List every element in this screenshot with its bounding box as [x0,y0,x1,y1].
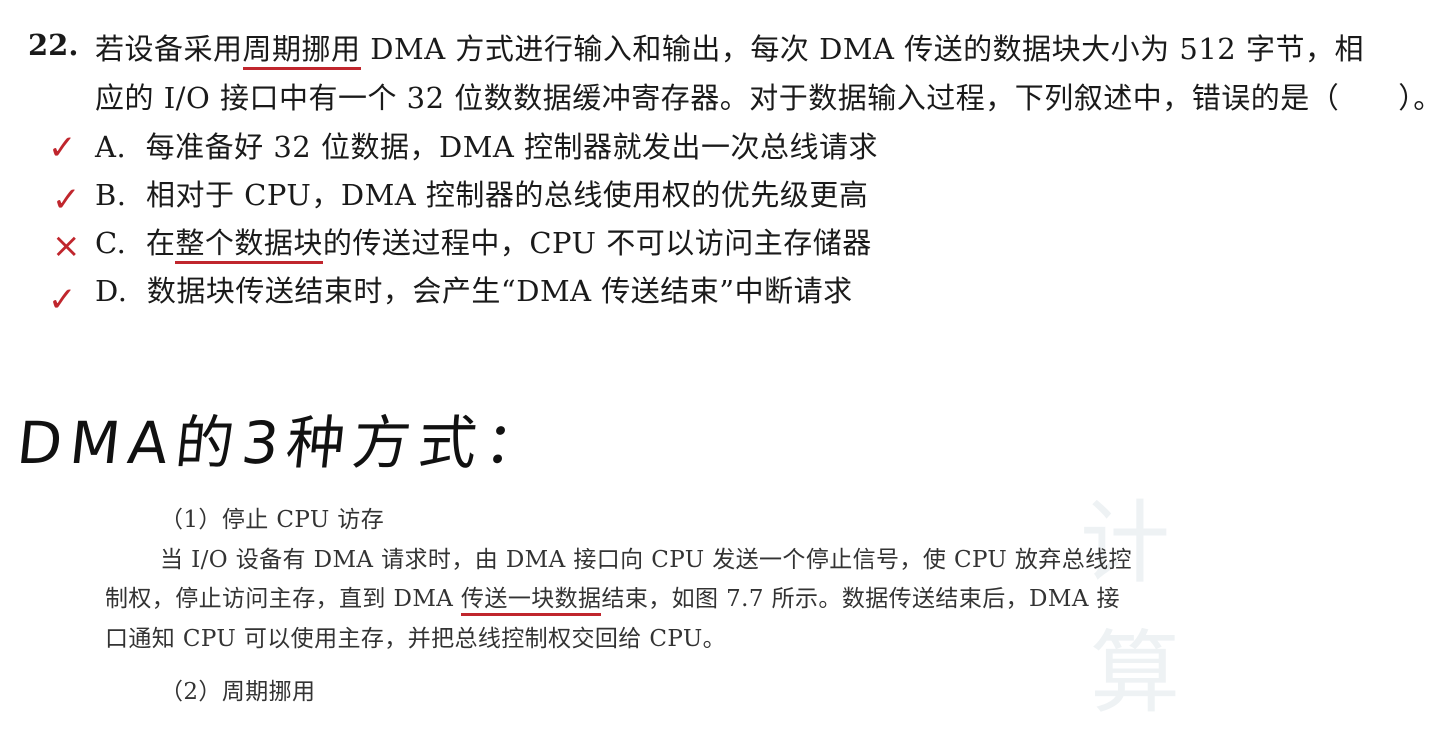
paragraph-line-3: 口通知 CPU 可以使用主存，并把总线控制权交回给 CPU。 [105,626,727,652]
check-mark-icon: ✓ [48,280,77,320]
cross-mark-icon: × [52,226,81,266]
option-d: D. 数据块传送结束时，会产生“DMA 传送结束”中断请求 [95,274,853,308]
check-mark-icon: ✓ [52,180,81,220]
underline-whole-block: 整个数据块 [175,226,323,264]
question-line-1: 若设备采用周期挪用 DMA 方式进行输入和输出，每次 DMA 传送的数据块大小为… [95,26,1364,70]
section-title: （1）停止 CPU 访存 [160,507,385,533]
option-b: B. 相对于 CPU，DMA 控制器的总线使用权的优先级更高 [95,178,869,212]
option-c: C. 在整个数据块的传送过程中，CPU 不可以访问主存储器 [95,220,872,264]
watermark: 算 [1090,621,1180,726]
check-mark-icon: ✓ [48,128,77,168]
handwritten-heading: DMA的3种方式： [13,409,555,477]
paragraph-line-2: 制权，停止访问主存，直到 DMA 传送一块数据结束，如图 7.7 所示。数据传送… [105,579,1120,616]
underline-transfer-block: 传送一块数据 [461,586,602,616]
option-a: A. 每准备好 32 位数据，DMA 控制器就发出一次总线请求 [95,130,879,164]
paragraph-line-1: 当 I/O 设备有 DMA 请求时，由 DMA 接口向 CPU 发送一个停止信号… [160,547,1132,573]
question-line-2: 应的 I/O 接口中有一个 32 位数数据缓冲寄存器。对于数据输入过程，下列叙述… [95,81,1443,115]
next-section-title: （2）周期挪用 [160,679,316,705]
underline-periodic-stealing: 周期挪用 [242,32,361,70]
question-number: 22. [28,28,79,62]
